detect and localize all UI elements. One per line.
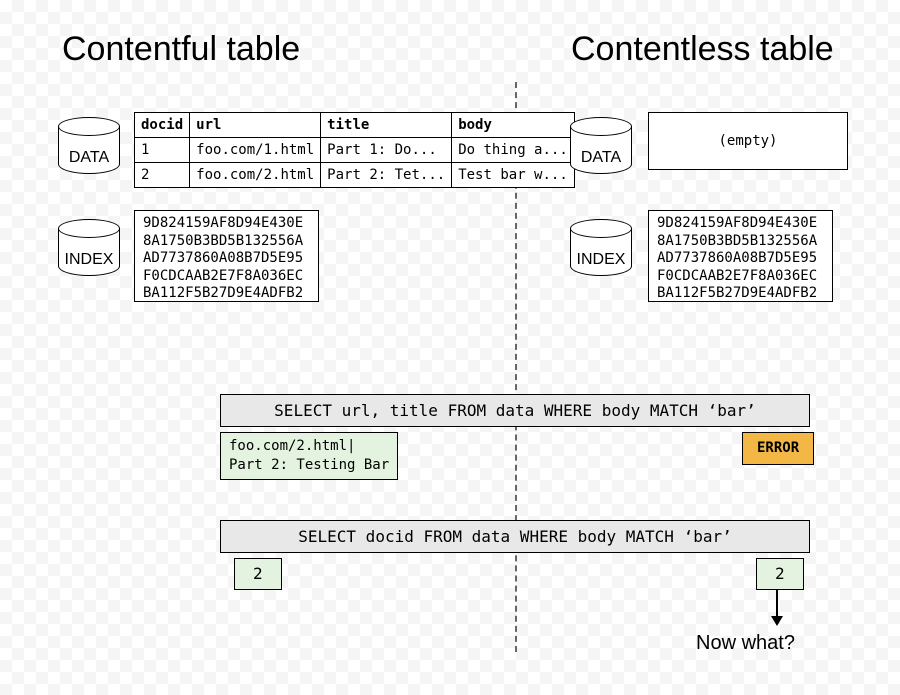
arrow-down-icon	[776, 590, 778, 624]
query-1-bar: SELECT url, title FROM data WHERE body M…	[220, 394, 810, 427]
heading-contentless: Contentless table	[571, 30, 834, 69]
data-cylinder-left: DATA	[58, 126, 120, 174]
content-table: docid url title body 1 foo.com/1.html Pa…	[134, 112, 575, 188]
query-1-result-right: ERROR	[742, 432, 814, 465]
heading-contentful: Contentful table	[62, 30, 300, 69]
index-dump-left: 9D824159AF8D94E430E 8A1750B3BD5B132556A …	[134, 210, 319, 302]
index-cylinder-right: INDEX	[570, 228, 632, 276]
col-title: title	[321, 113, 452, 138]
index-cylinder-left: INDEX	[58, 228, 120, 276]
empty-label: (empty)	[718, 133, 777, 149]
data-cylinder-right-label: DATA	[571, 149, 631, 167]
index-cylinder-left-label: INDEX	[59, 251, 119, 269]
query-2-result-right: 2	[756, 558, 804, 590]
query-2-result-left: 2	[234, 558, 282, 590]
empty-data-box: (empty)	[648, 112, 848, 170]
col-body: body	[452, 113, 575, 138]
index-cylinder-right-label: INDEX	[571, 251, 631, 269]
table-header-row: docid url title body	[135, 113, 575, 138]
col-url: url	[190, 113, 321, 138]
index-dump-right: 9D824159AF8D94E430E 8A1750B3BD5B132556A …	[648, 210, 833, 302]
data-cylinder-left-label: DATA	[59, 149, 119, 167]
data-cylinder-right: DATA	[570, 126, 632, 174]
query-1-result-left: foo.com/2.html| Part 2: Testing Bar	[220, 432, 398, 480]
col-docid: docid	[135, 113, 190, 138]
table-row: 2 foo.com/2.html Part 2: Tet... Test bar…	[135, 163, 575, 188]
table-row: 1 foo.com/1.html Part 1: Do... Do thing …	[135, 138, 575, 163]
now-what-label: Now what?	[696, 632, 795, 655]
query-2-bar: SELECT docid FROM data WHERE body MATCH …	[220, 520, 810, 553]
